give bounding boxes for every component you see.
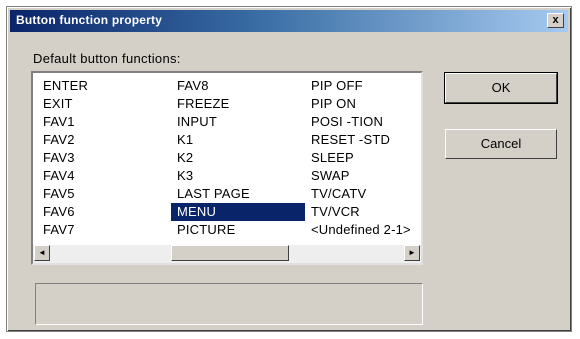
list-item[interactable]: PICTURE bbox=[171, 221, 305, 239]
list-item[interactable]: FAV7 bbox=[37, 221, 165, 239]
list-item[interactable]: PIP ON bbox=[305, 95, 421, 113]
list-item[interactable]: INPUT bbox=[171, 113, 305, 131]
list-item[interactable]: TV/VCR bbox=[305, 203, 421, 221]
list-item[interactable]: FAV5 bbox=[37, 185, 165, 203]
list-item[interactable]: SLEEP bbox=[305, 149, 421, 167]
list-item[interactable]: FAV8 bbox=[171, 77, 305, 95]
horizontal-scrollbar[interactable]: ◄ ► bbox=[33, 245, 421, 263]
list-item[interactable]: PIP OFF bbox=[305, 77, 421, 95]
list-item[interactable]: FAV6 bbox=[37, 203, 165, 221]
list-item[interactable]: MENU bbox=[171, 203, 305, 221]
ok-button[interactable]: OK bbox=[444, 72, 558, 104]
dialog-title: Button function property bbox=[16, 13, 163, 27]
default-functions-label: Default button functions: bbox=[33, 51, 181, 66]
list-item[interactable]: K3 bbox=[171, 167, 305, 185]
scroll-right-arrow-icon[interactable]: ► bbox=[404, 245, 420, 261]
list-item[interactable]: SWAP bbox=[305, 167, 421, 185]
title-bar[interactable]: Button function property x bbox=[10, 10, 568, 32]
close-button[interactable]: x bbox=[547, 13, 564, 28]
list-columns: ENTER EXIT FAV1 FAV2 FAV3 FAV4 FAV5 FAV6 FAV7 FA… bbox=[33, 77, 421, 243]
function-listbox[interactable]: ENTER EXIT FAV1 FAV2 FAV3 FAV4 FAV5 FAV6 FAV7 FA… bbox=[31, 71, 423, 265]
list-item[interactable]: LAST PAGE bbox=[171, 185, 305, 203]
list-item[interactable]: POSI -TION bbox=[305, 113, 421, 131]
list-item[interactable]: <Undefined 2-1> bbox=[305, 221, 421, 239]
list-item[interactable]: K1 bbox=[171, 131, 305, 149]
description-box bbox=[35, 283, 423, 325]
list-item[interactable]: FAV1 bbox=[37, 113, 165, 131]
list-item[interactable]: RESET -STD bbox=[305, 131, 421, 149]
list-column-1: ENTER EXIT FAV1 FAV2 FAV3 FAV4 FAV5 FAV6 FAV7 bbox=[37, 77, 165, 239]
scroll-left-arrow-icon[interactable]: ◄ bbox=[34, 245, 50, 261]
scroll-thumb[interactable] bbox=[171, 245, 289, 261]
list-column-2: FAV8 FREEZE INPUT K1 K2 K3 LAST PAGE MENU PICTUR… bbox=[171, 77, 305, 239]
list-item[interactable]: FAV2 bbox=[37, 131, 165, 149]
list-item[interactable]: TV/CATV bbox=[305, 185, 421, 203]
list-item[interactable]: K2 bbox=[171, 149, 305, 167]
list-item[interactable]: EXIT bbox=[37, 95, 165, 113]
list-item[interactable]: FAV4 bbox=[37, 167, 165, 185]
list-item[interactable]: FAV3 bbox=[37, 149, 165, 167]
cancel-button[interactable]: Cancel bbox=[445, 129, 557, 159]
list-column-3: PIP OFF PIP ON POSI -TION RESET -STD SLEEP SW… bbox=[305, 77, 421, 239]
button-function-dialog: Button function property x Default butto… bbox=[6, 6, 572, 332]
list-item[interactable]: FREEZE bbox=[171, 95, 305, 113]
list-item[interactable]: ENTER bbox=[37, 77, 165, 95]
